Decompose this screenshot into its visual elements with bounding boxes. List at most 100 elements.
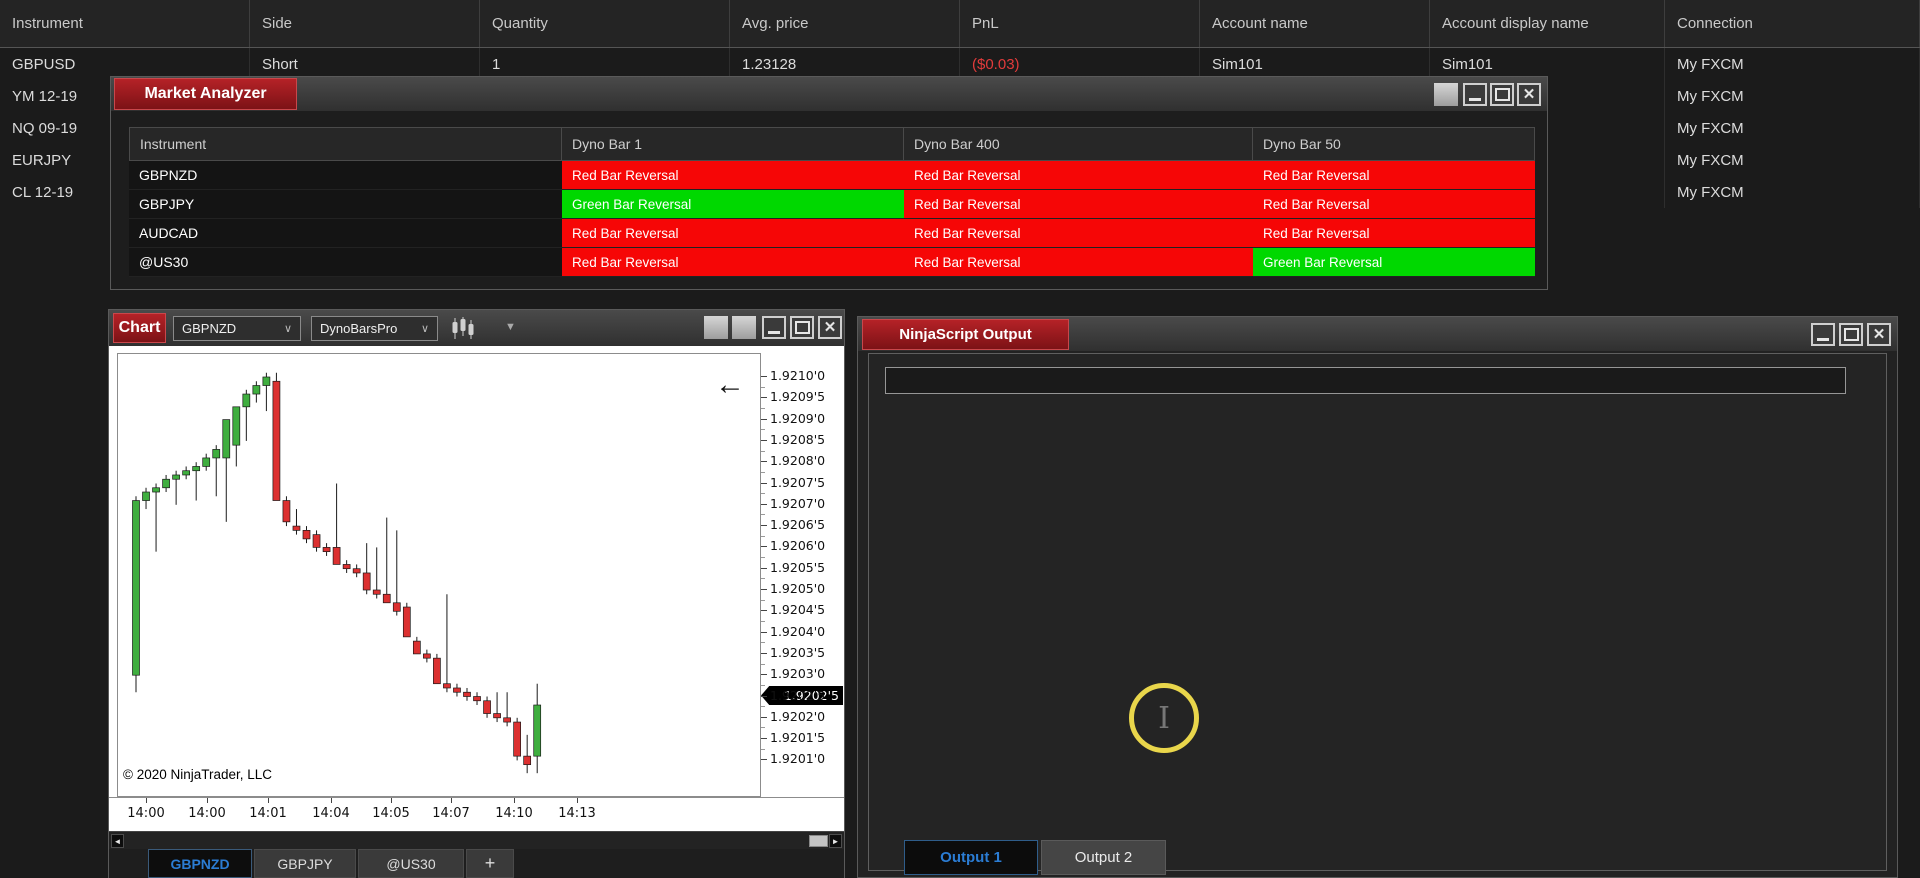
price-axis[interactable]: 1.9202'5 1.9210'0 1.9209'5 1.9209'0 1.9208'… <box>761 353 844 797</box>
y-minor-tick <box>761 535 765 537</box>
scroll-right-icon[interactable]: ► <box>829 834 842 848</box>
signal-cell[interactable]: Red Bar Reversal <box>562 161 904 190</box>
analyzer-row[interactable]: GBPNZD Red Bar Reversal Red Bar Reversal Re… <box>129 161 1535 190</box>
y-minor-tick <box>761 748 765 750</box>
ninjascript-title: NinjaScript Output <box>862 319 1069 350</box>
time-axis[interactable]: 14:00 14:00 14:01 14:04 14:05 14:07 14:10 14:13 <box>109 797 844 832</box>
position-cell[interactable]: My FXCM <box>1665 48 1920 80</box>
column-header[interactable]: Avg. price <box>730 0 960 47</box>
chart-window: Chart GBPNZD ∨ DynoBarsPro ∨ ▼ ✕ ← © 202… <box>108 309 845 878</box>
position-cell[interactable]: My FXCM <box>1665 80 1920 112</box>
maximize-button[interactable] <box>1839 323 1863 346</box>
close-icon: ✕ <box>1872 326 1886 343</box>
chart-horizontal-scrollbar[interactable]: ◄ ► <box>109 831 844 850</box>
instrument-cell[interactable]: AUDCAD <box>129 219 562 248</box>
chart-tab-us30[interactable]: @US30 <box>358 849 464 878</box>
signal-cell[interactable]: Red Bar Reversal <box>904 248 1253 277</box>
y-minor-tick <box>761 514 765 516</box>
signal-cell[interactable]: Red Bar Reversal <box>904 190 1253 219</box>
column-header[interactable]: Account name <box>1200 0 1430 47</box>
close-button[interactable]: ✕ <box>1867 323 1891 346</box>
output-filter-input[interactable] <box>885 367 1846 394</box>
window-style-button[interactable] <box>1434 83 1458 106</box>
signal-cell[interactable]: Green Bar Reversal <box>562 190 904 219</box>
column-header[interactable]: Instrument <box>0 0 250 47</box>
price-plot[interactable]: ← © 2020 NinjaTrader, LLC <box>117 353 761 797</box>
instrument-cell[interactable]: GBPJPY <box>129 190 562 219</box>
minimize-button[interactable] <box>762 316 786 339</box>
cursor-highlight: I <box>1129 683 1199 753</box>
column-header[interactable]: Dyno Bar 1 <box>562 127 904 161</box>
market-analyzer-rows: GBPNZD Red Bar Reversal Red Bar Reversal Re… <box>129 161 1535 277</box>
maximize-button[interactable] <box>790 316 814 339</box>
toolbar-chevron-icon[interactable]: ▼ <box>505 321 516 333</box>
scroll-left-icon[interactable]: ◄ <box>111 834 124 848</box>
chart-tab-gbpjpy[interactable]: GBPJPY <box>254 849 356 878</box>
y-minor-tick <box>761 727 765 729</box>
signal-cell[interactable]: Red Bar Reversal <box>1253 190 1535 219</box>
price-axis-label: 1.9206'5 <box>770 517 826 533</box>
output-tab-2[interactable]: Output 2 <box>1041 840 1166 875</box>
x-tick <box>391 798 392 803</box>
bar-chart-icon[interactable] <box>449 317 477 340</box>
x-tick <box>577 798 578 803</box>
analyzer-row[interactable]: GBPJPY Green Bar Reversal Red Bar Reversal… <box>129 190 1535 219</box>
output-panel <box>868 353 1887 871</box>
column-header[interactable]: Account display name <box>1430 0 1665 47</box>
series-dropdown[interactable]: DynoBarsPro ∨ <box>311 316 438 341</box>
window-style-button[interactable] <box>704 316 728 339</box>
minimize-button[interactable] <box>1463 83 1487 106</box>
close-button[interactable]: ✕ <box>818 316 842 339</box>
y-tick <box>761 418 767 420</box>
column-header[interactable]: Instrument <box>129 127 562 161</box>
instrument-cell[interactable]: @US30 <box>129 248 562 277</box>
add-tab-button[interactable]: + <box>466 849 514 878</box>
analyzer-row[interactable]: @US30 Red Bar Reversal Red Bar Reversal Gre… <box>129 248 1535 277</box>
column-header[interactable]: PnL <box>960 0 1200 47</box>
y-tick <box>761 759 767 761</box>
column-header[interactable]: Dyno Bar 50 <box>1253 127 1535 161</box>
signal-cell[interactable]: Red Bar Reversal <box>904 219 1253 248</box>
scrollbar-thumb[interactable] <box>809 835 828 847</box>
signal-cell[interactable]: Green Bar Reversal <box>1253 248 1535 277</box>
column-header[interactable]: Quantity <box>480 0 730 47</box>
chart-tab-gbpnzd[interactable]: GBPNZD <box>148 849 252 878</box>
y-tick <box>761 738 767 740</box>
instrument-cell[interactable]: GBPNZD <box>129 161 562 190</box>
close-icon: ✕ <box>823 319 837 336</box>
back-arrow-icon[interactable]: ← <box>715 370 745 400</box>
column-header[interactable]: Connection <box>1665 0 1920 47</box>
market-analyzer-titlebar[interactable]: Market Analyzer ✕ <box>111 77 1547 111</box>
y-tick <box>761 503 767 505</box>
column-header[interactable]: Side <box>250 0 480 47</box>
minimize-icon <box>768 331 780 334</box>
signal-cell[interactable]: Red Bar Reversal <box>904 161 1253 190</box>
maximize-icon <box>1843 328 1859 341</box>
y-minor-tick <box>761 429 765 431</box>
signal-cell[interactable]: Red Bar Reversal <box>1253 219 1535 248</box>
output-tab-1[interactable]: Output 1 <box>904 840 1038 875</box>
price-axis-label: 1.9207'0 <box>770 495 826 511</box>
x-tick <box>331 798 332 803</box>
price-axis-label: 1.9205'5 <box>770 559 826 575</box>
signal-cell[interactable]: Red Bar Reversal <box>562 219 904 248</box>
minimize-button[interactable] <box>1811 323 1835 346</box>
chart-titlebar[interactable]: Chart GBPNZD ∨ DynoBarsPro ∨ ▼ ✕ <box>109 310 844 346</box>
position-cell[interactable]: My FXCM <box>1665 112 1920 144</box>
positions-grid-header: Instrument Side Quantity Avg. price PnL Accou… <box>0 0 1920 48</box>
price-axis-label: 1.9201'0 <box>770 751 826 767</box>
maximize-button[interactable] <box>1490 83 1514 106</box>
close-button[interactable]: ✕ <box>1517 83 1541 106</box>
ninjascript-titlebar[interactable]: NinjaScript Output ✕ <box>858 317 1897 351</box>
signal-cell[interactable]: Red Bar Reversal <box>1253 161 1535 190</box>
position-cell[interactable]: My FXCM <box>1665 176 1920 208</box>
window-style-button-2[interactable] <box>732 316 756 339</box>
position-cell[interactable]: My FXCM <box>1665 144 1920 176</box>
column-header[interactable]: Dyno Bar 400 <box>904 127 1253 161</box>
signal-cell[interactable]: Red Bar Reversal <box>562 248 904 277</box>
analyzer-row[interactable]: AUDCAD Red Bar Reversal Red Bar Reversal Re… <box>129 219 1535 248</box>
y-minor-tick <box>761 386 765 388</box>
x-tick <box>207 798 208 803</box>
price-axis-label: 1.9206'0 <box>770 538 826 554</box>
instrument-dropdown[interactable]: GBPNZD ∨ <box>173 316 301 341</box>
